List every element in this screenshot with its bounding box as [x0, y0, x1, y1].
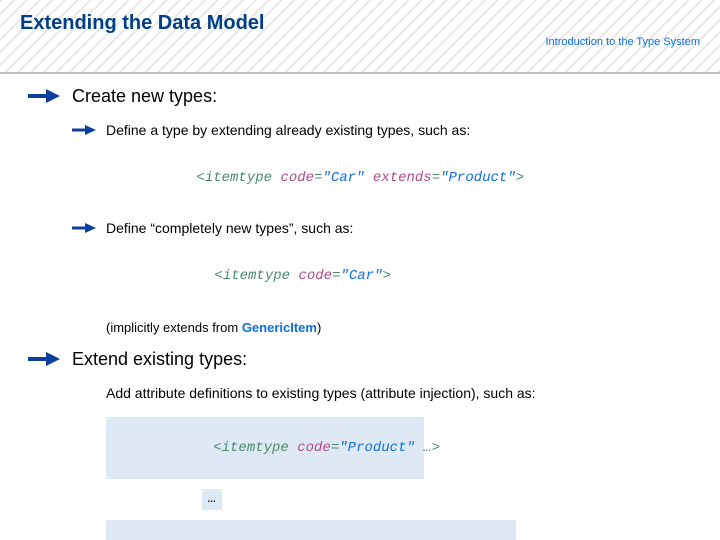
- bullet-row: Define a type by extending already exist…: [20, 121, 700, 140]
- note-line: (implicitly extends from GenericItem): [20, 320, 700, 335]
- slide-header: Extending the Data Model Introduction to…: [0, 0, 720, 74]
- code-line: <itemtype code="Car" extends="Product">: [20, 150, 700, 209]
- section-heading: Extend existing types:: [72, 349, 247, 370]
- slide-title: Extending the Data Model: [20, 12, 700, 35]
- slide-subtitle: Introduction to the Type System: [546, 36, 701, 48]
- bullet-row: Extend existing types:: [20, 349, 700, 370]
- code-line: …: [20, 489, 700, 510]
- bullet-text: Add attribute definitions to existing ty…: [106, 384, 536, 403]
- arrow-icon: [72, 125, 96, 135]
- slide-body: Create new types: Define a type by exten…: [0, 74, 720, 540]
- arrow-icon: [72, 223, 96, 233]
- code-line: <itemtype code="Product" …>: [20, 417, 700, 479]
- arrow-icon: [28, 352, 60, 366]
- bullet-row: Add attribute definitions to existing ty…: [20, 384, 700, 403]
- code-line: <attribute qualifier="MyAttribute">: [20, 520, 700, 540]
- arrow-icon: [28, 89, 60, 103]
- bullet-text: Define “completely new types”, such as:: [106, 219, 353, 238]
- bullet-text: Define a type by extending already exist…: [106, 121, 470, 140]
- bullet-row: Define “completely new types”, such as:: [20, 219, 700, 238]
- bullet-row: Create new types:: [20, 86, 700, 107]
- section-heading: Create new types:: [72, 86, 217, 107]
- code-line: <itemtype code="Car">: [20, 248, 700, 307]
